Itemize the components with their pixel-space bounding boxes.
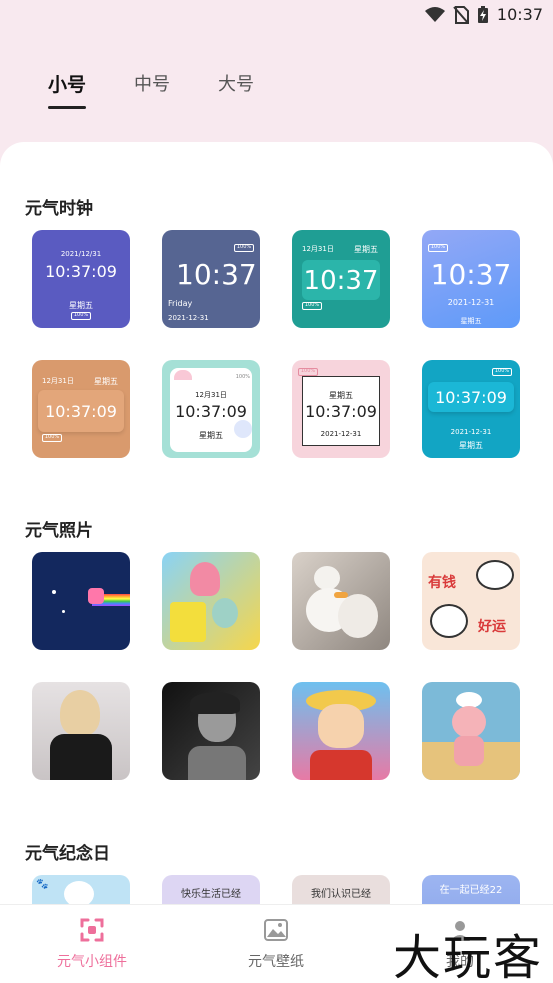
widget-time: 10:37:09 [45,402,117,421]
widget-date: 12月31日 [302,245,334,253]
widget-weekday: 星期五 [329,391,353,400]
wifi-icon [424,6,445,22]
widget-date: 12月31日 [42,377,74,385]
battery-icon: 100% [71,312,91,320]
anniversary-widget-4[interactable]: 在一起已经22 [422,875,520,904]
content-panel: 元气时钟 2021/12/31 10:37:09 星期五 100% 100% 1… [0,142,553,904]
battery-icon: 100% [492,368,512,376]
anniversary-widget-1[interactable]: 🐾 [32,875,130,904]
clock-time: 10:37 [496,5,543,24]
widget-weekday: 星期五 [69,301,93,310]
rainbow-icon [174,370,192,380]
section-title-photo: 元气照片 [25,521,93,541]
widget-time: 10:37 [303,266,379,296]
widget-icon [80,918,104,942]
battery-charging-icon [477,5,488,23]
anniversary-text: 我们认识已经 [311,889,371,900]
paw-icon: 🐾 [36,879,49,890]
cartoon-dog-icon [234,420,252,438]
clock-widget-8[interactable]: 100% 10:37:09 2021-12-31 星期五 [422,360,520,458]
widget-time: 10:37:09 [435,388,507,407]
widget-date: 2021-12-31 [447,298,495,307]
image-icon [264,919,288,941]
photo-spongebob[interactable] [162,552,260,650]
widget-time: 10:37 [430,258,512,291]
nav-wallpaper-label: 元气壁纸 [248,954,304,970]
clock-widget-3[interactable]: 12月31日 星期五 10:37 100% [292,230,390,328]
clock-widget-7[interactable]: 100% 星期五 10:37:09 2021-12-31 [292,360,390,458]
battery-icon: 100% [298,368,318,376]
nav-widgets[interactable]: 元气小组件 [0,905,184,983]
section-title-clock: 元气时钟 [25,199,93,219]
nav-wallpaper[interactable]: 元气壁纸 [184,905,368,983]
watermark: 大玩客 [392,930,543,983]
widget-weekday: 星期五 [94,377,118,386]
clock-widget-2[interactable]: 100% 10:37 Friday 2021-12-31 [162,230,260,328]
photo-nyan-cat[interactable] [32,552,130,650]
widget-weekday: 星期五 [459,441,483,450]
widget-time: 10:37 [176,258,257,291]
clock-widget-5[interactable]: 12月31日 星期五 10:37:09 100% [32,360,130,458]
photo-girl[interactable] [32,682,130,780]
photo-grid: 有钱 好运 [32,552,520,780]
widget-weekday: 星期五 [354,245,378,254]
section-title-anniversary: 元气纪念日 [25,844,110,864]
widget-weekday: 星期五 [460,317,482,325]
anniversary-text: 快乐生活已经 [181,889,241,900]
size-tabs: 小号 中号 大号 [48,70,254,109]
clock-grid: 2021/12/31 10:37:09 星期五 100% 100% 10:37 … [32,230,520,458]
battery-icon: 100% [428,244,448,252]
tab-small[interactable]: 小号 [48,70,87,109]
clock-widget-1[interactable]: 2021/12/31 10:37:09 星期五 100% [32,230,130,328]
widget-date: 2021/12/31 [60,250,102,258]
photo-luffy[interactable] [292,682,390,780]
status-bar: 10:37 [0,0,553,32]
anniversary-widget-3[interactable]: 我们认识已经 [292,875,390,904]
photo-ducks[interactable] [292,552,390,650]
widget-date: 2021-12-31 [450,428,492,436]
tab-large[interactable]: 大号 [218,70,254,97]
photo-man[interactable] [162,682,260,780]
widget-day: Friday [168,299,193,308]
battery-icon: 100% [42,434,62,442]
widget-time: 10:37:09 [305,402,377,421]
clock-widget-6[interactable]: 100% 12月31日 10:37:09 星期五 [162,360,260,458]
widget-date: 2021-12-31 [168,314,209,322]
anniversary-widget-2[interactable]: 快乐生活已经 [162,875,260,904]
anniversary-text: 在一起已经22 [439,885,503,896]
widget-time: 10:37:09 [175,402,247,421]
tab-medium[interactable]: 中号 [134,70,170,97]
clock-widget-4[interactable]: 100% 10:37 2021-12-31 星期五 [422,230,520,328]
battery-icon: 100% [302,302,322,310]
photo-cows[interactable]: 有钱 好运 [422,552,520,650]
widget-date: 2021-12-31 [320,430,362,438]
photo-pig-chef[interactable] [422,682,520,780]
widget-date: 12月31日 [195,391,227,399]
anniversary-grid: 🐾 快乐生活已经 我们认识已经 在一起已经22 [32,875,520,904]
nav-widgets-label: 元气小组件 [57,954,127,970]
battery-icon: 100% [234,244,254,252]
widget-time: 10:37:09 [45,262,117,281]
no-sim-icon [453,5,469,24]
